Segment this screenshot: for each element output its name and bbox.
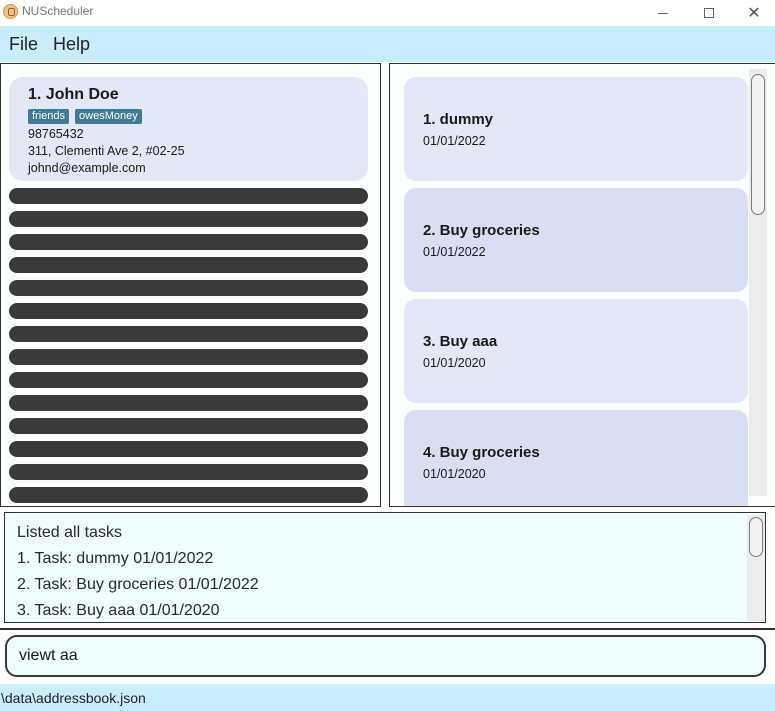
task-title: 2. Buy groceries — [423, 222, 540, 239]
result-scroll-thumb[interactable] — [749, 517, 763, 557]
close-button[interactable]: ✕ — [731, 0, 775, 26]
task-title: 4. Buy groceries — [423, 444, 540, 461]
save-location: \data\addressbook.json — [1, 690, 146, 706]
empty-list-row — [9, 395, 368, 411]
empty-list-row — [9, 188, 368, 204]
empty-list-row — [9, 303, 368, 319]
task-date: 01/01/2022 — [423, 245, 486, 259]
menu-file[interactable]: File — [9, 34, 38, 55]
tag-friends: friends — [28, 109, 70, 124]
person-phone: 98765432 — [28, 127, 84, 141]
menu-bar: File Help — [0, 26, 775, 62]
empty-list-row — [9, 464, 368, 480]
empty-list-row — [9, 372, 368, 388]
empty-list-row — [9, 257, 368, 273]
empty-list-row — [9, 349, 368, 365]
task-title: 3. Buy aaa — [423, 333, 498, 350]
result-scrollbar[interactable] — [747, 515, 765, 621]
empty-list-row — [9, 211, 368, 227]
tag-owes-money: owesMoney — [75, 109, 142, 124]
empty-list-row — [9, 280, 368, 296]
close-icon: ✕ — [747, 5, 761, 22]
task-list-scroll-thumb[interactable] — [751, 74, 765, 215]
person-card[interactable]: 1. John Doe friends owesMoney 98765432 3… — [9, 77, 368, 181]
task-card[interactable]: 2. Buy groceries 01/01/2022 — [404, 188, 748, 292]
maximize-button[interactable] — [686, 0, 732, 26]
task-date: 01/01/2020 — [423, 356, 486, 370]
window-title: NUScheduler — [22, 4, 94, 18]
person-tags: friends owesMoney — [28, 109, 142, 124]
task-card[interactable]: 4. Buy groceries 01/01/2020 — [404, 410, 748, 506]
empty-list-row — [9, 441, 368, 457]
title-bar: NUScheduler ✕ — [0, 0, 775, 26]
person-name: 1. John Doe — [28, 86, 119, 103]
empty-list-row — [9, 487, 368, 503]
result-line: Listed all tasks — [17, 524, 122, 541]
task-title: 1. dummy — [423, 111, 494, 128]
maximize-icon — [704, 8, 714, 18]
person-list-panel[interactable]: 1. John Doe friends owesMoney 98765432 3… — [0, 63, 381, 507]
person-email: johnd@example.com — [28, 161, 146, 175]
command-input[interactable] — [5, 635, 766, 677]
result-line: 3. Task: Buy aaa 01/01/2020 — [17, 602, 220, 619]
result-line: 2. Task: Buy groceries 01/01/2022 — [17, 576, 259, 593]
minimize-button[interactable] — [640, 0, 686, 26]
empty-list-row — [9, 234, 368, 250]
task-card[interactable]: 3. Buy aaa 01/01/2020 — [404, 299, 748, 403]
app-icon — [3, 4, 18, 19]
empty-list-row — [9, 326, 368, 342]
task-date: 01/01/2022 — [423, 134, 486, 148]
task-list-scrollbar[interactable] — [749, 69, 767, 496]
empty-list-row — [9, 418, 368, 434]
task-card[interactable]: 1. dummy 01/01/2022 — [404, 77, 748, 181]
minimize-icon — [658, 12, 668, 14]
menu-help[interactable]: Help — [53, 34, 90, 55]
person-address: 311, Clementi Ave 2, #02-25 — [28, 144, 185, 158]
result-line: 1. Task: dummy 01/01/2022 — [17, 550, 214, 567]
task-list-panel[interactable]: 1. dummy 01/01/2022 2. Buy groceries 01/… — [389, 63, 775, 507]
divider — [0, 628, 775, 630]
status-bar: \data\addressbook.json — [0, 684, 775, 711]
result-display: Listed all tasks 1. Task: dummy 01/01/20… — [4, 512, 766, 623]
task-date: 01/01/2020 — [423, 467, 486, 481]
